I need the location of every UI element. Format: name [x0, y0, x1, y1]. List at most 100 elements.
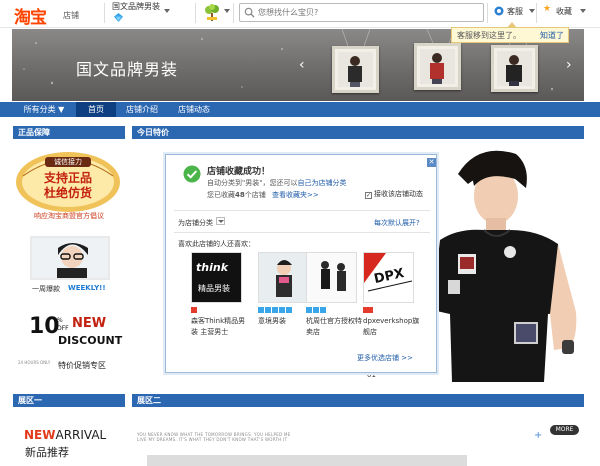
- shop-name[interactable]: dpxeverkshop旗舰店: [363, 316, 421, 338]
- close-icon[interactable]: ✕: [427, 158, 436, 167]
- checkbox-icon[interactable]: ✓: [365, 192, 372, 199]
- divider: [104, 3, 105, 23]
- favorite-count: 48: [235, 191, 245, 199]
- category-select[interactable]: [216, 217, 225, 225]
- product-strip: [147, 455, 467, 466]
- checkbox-label: 接收该店铺动态: [374, 190, 423, 198]
- nav-shop-news[interactable]: 店铺动态: [170, 102, 218, 117]
- chevron-down-icon[interactable]: [529, 9, 535, 13]
- tooltip-dismiss-link[interactable]: 知道了: [540, 30, 564, 41]
- shop-name[interactable]: 杭周仕官方授权特卖店: [306, 316, 364, 338]
- chevron-right-icon[interactable]: ›: [566, 57, 572, 73]
- discount-pct: %: [57, 317, 63, 324]
- more-shops-link[interactable]: 更多优选店铺 >>: [357, 353, 413, 363]
- search-box[interactable]: [239, 3, 484, 22]
- checkmark-icon: [183, 165, 201, 183]
- view-favorites-link[interactable]: 查看收藏夹>>: [272, 191, 319, 199]
- banner-product-frame[interactable]: [332, 46, 379, 93]
- diamond-icon: [114, 13, 123, 22]
- shop-name[interactable]: 国文品牌男装: [112, 1, 160, 12]
- shop-thumbnail[interactable]: think 精品男装: [191, 252, 242, 303]
- nav-shop-intro[interactable]: 店铺介绍: [120, 102, 164, 117]
- dialog-message-text: 个店铺: [244, 191, 266, 199]
- star-icon[interactable]: ★: [543, 4, 551, 14]
- search-input[interactable]: [258, 5, 478, 20]
- chevron-down-icon[interactable]: [164, 9, 170, 13]
- recommended-shop-card[interactable]: 杭周仕官方授权特卖店: [306, 252, 362, 338]
- discount-word: DISCOUNT: [58, 334, 123, 347]
- more-button[interactable]: MORE: [550, 425, 579, 435]
- weekly-model-image: [30, 236, 110, 280]
- section-header-zone-2: 展区二: [132, 394, 584, 407]
- dialog-message-text: 自动分类到"男装"，您还可以: [207, 179, 298, 187]
- divider: [195, 3, 196, 23]
- service-tooltip: 客服移到这里了。 知道了: [451, 22, 569, 43]
- favorite-success-dialog: ✕ 店铺收藏成功！ 自动分类到"男装"，您还可以自己为店铺分类 您已收藏48个店…: [165, 154, 437, 373]
- search-icon[interactable]: [244, 7, 255, 18]
- weekly-hot-banner[interactable]: 一周爆款 WEEKLY!!: [30, 236, 112, 294]
- customer-service-icon[interactable]: [494, 6, 504, 16]
- rating-diamonds: [191, 306, 242, 313]
- thumbnail-text: 精品男装: [198, 284, 230, 293]
- model-thumbnail: [497, 51, 532, 86]
- recommended-shop-card[interactable]: think 精品男装 森客Think精品男装 主营男士: [191, 252, 245, 338]
- default-expand-link[interactable]: 每次默认展开?: [374, 218, 420, 228]
- arrival-word: ARRIVAL: [55, 428, 107, 442]
- section-header-zone-1: 展区一: [13, 394, 125, 407]
- plus-icon[interactable]: +: [534, 430, 542, 441]
- tooltip-text: 客服移到这里了。: [457, 31, 521, 40]
- chevron-down-icon: [218, 220, 224, 223]
- also-like-label: 喜欢此店铺的人还喜欢：: [178, 240, 255, 248]
- badge-line-2: 杜绝仿货: [43, 186, 92, 200]
- banner-product-frame[interactable]: [491, 45, 538, 92]
- divider: [536, 3, 537, 23]
- dialog-message-line-2: 您已收藏48个店铺 查看收藏夹>>: [207, 190, 319, 200]
- tree-icon[interactable]: [204, 4, 220, 22]
- new-word: NEW: [24, 428, 56, 442]
- shop-thumbnail[interactable]: [258, 252, 309, 303]
- category-label: 为店铺分类: [178, 219, 213, 227]
- chevron-down-icon[interactable]: [224, 9, 230, 13]
- rating-diamonds: [258, 306, 309, 313]
- divider: [174, 210, 430, 211]
- authentic-badge[interactable]: 诚信接力 支持正品 杜绝仿货 响应淘宝商盟官方倡议: [13, 148, 123, 226]
- divider: [233, 3, 234, 23]
- banner-product-frame[interactable]: [414, 43, 461, 90]
- divider: [174, 232, 430, 233]
- discount-small-print: 24 HOURS ONLY: [18, 360, 51, 365]
- model-thumbnail: [420, 49, 455, 84]
- receive-updates-checkbox[interactable]: ✓ 接收该店铺动态: [365, 189, 423, 199]
- dialog-message-line-1: 自动分类到"男装"，您还可以自己为店铺分类: [207, 178, 346, 188]
- chevron-down-icon[interactable]: [580, 9, 586, 13]
- nav-all-categories[interactable]: 所有分类 ▼: [18, 102, 70, 117]
- recommended-shop-card[interactable]: DPX dpxeverkshop旗舰店: [363, 252, 419, 338]
- discount-number: 10: [29, 314, 60, 339]
- discount-zone-label: 特价促销专区: [58, 361, 106, 370]
- banner-title: 国文品牌男装: [76, 60, 179, 79]
- shop-thumbnail[interactable]: DPX: [363, 252, 414, 303]
- divider: [487, 3, 488, 23]
- discount-off: OFF: [57, 325, 69, 332]
- chevron-left-icon[interactable]: ‹: [299, 57, 305, 73]
- section-header-authentic: 正品保障: [13, 126, 125, 139]
- weekly-label: 一周爆款: [32, 285, 60, 293]
- discount-new: NEW: [72, 316, 107, 331]
- self-classify-link[interactable]: 自己为店铺分类: [297, 179, 346, 187]
- favorite-link[interactable]: 收藏: [556, 6, 572, 17]
- weekly-en: WEEKLY!!: [68, 284, 106, 292]
- taobao-logo[interactable]: 淘宝: [14, 3, 47, 28]
- badge-caption: 响应淘宝商盟官方倡议: [34, 212, 104, 220]
- tooltip-arrow: [507, 22, 517, 28]
- new-arrival-title: NEWARRIVAL: [24, 428, 106, 442]
- discount-banner[interactable]: 10 % OFF NEW DISCOUNT 24 HOURS ONLY 特价促销…: [16, 314, 126, 374]
- dialog-title: 店铺收藏成功！: [207, 167, 271, 177]
- shop-name[interactable]: 森客Think精品男装 主营男士: [191, 316, 249, 338]
- logo-subtitle: 店铺: [63, 11, 79, 20]
- featured-model-image[interactable]: [418, 144, 588, 382]
- decorative-fine-print: YOU NEVER KNOW WHAT THE TOMORROW BRINGS.…: [137, 432, 291, 442]
- shop-thumbnail[interactable]: [306, 252, 357, 303]
- nav-home[interactable]: 首页: [76, 102, 116, 117]
- model-thumbnail: [338, 52, 373, 87]
- recommended-shop-card[interactable]: 意境男装: [258, 252, 309, 327]
- customer-service-link[interactable]: 客服: [507, 6, 523, 17]
